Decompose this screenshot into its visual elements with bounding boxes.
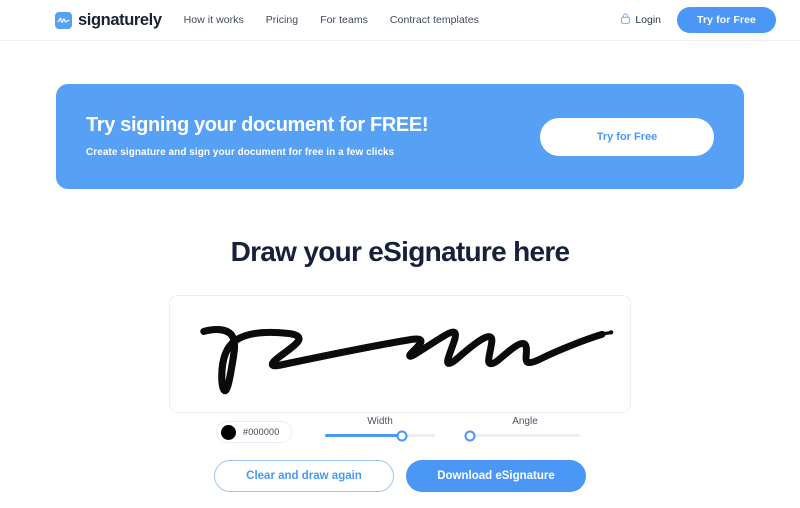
- brand-logo[interactable]: signaturely: [55, 10, 162, 29]
- color-swatch-icon: [221, 424, 236, 440]
- download-esignature-button[interactable]: Download eSignature: [406, 460, 586, 492]
- angle-slider-label: Angle: [512, 416, 538, 427]
- try-for-free-banner-button[interactable]: Try for Free: [540, 117, 714, 156]
- login-button[interactable]: Login: [621, 11, 661, 29]
- page-title: Draw your eSignature here: [230, 236, 571, 267]
- try-for-free-header-button[interactable]: Try for Free: [677, 7, 776, 33]
- nav-item-how-it-works[interactable]: How it works: [184, 14, 244, 26]
- width-slider-label: Width: [367, 416, 393, 427]
- signature-stroke: [200, 325, 614, 395]
- width-slider-fill: [325, 434, 402, 437]
- promo-banner: Try signing your document for FREE! Crea…: [56, 84, 744, 189]
- width-slider-track[interactable]: [325, 430, 435, 441]
- primary-nav: How it works Pricing For teams Contract …: [184, 14, 479, 26]
- width-slider: Width: [325, 416, 435, 441]
- signature-logo-icon: [55, 11, 72, 29]
- brand-name: signaturely: [78, 10, 162, 29]
- color-value-label: #000000: [243, 427, 280, 437]
- angle-slider-thumb[interactable]: [464, 430, 476, 441]
- header-actions: Login Try for Free: [621, 7, 776, 33]
- signature-controls: #000000 Width Angle: [169, 417, 631, 447]
- signature-actions: Clear and draw again Download eSignature: [0, 460, 800, 492]
- angle-slider-track[interactable]: [464, 430, 580, 441]
- site-header: signaturely How it works Pricing For tea…: [0, 0, 800, 41]
- lock-icon: [621, 11, 631, 29]
- signature-canvas[interactable]: [169, 295, 631, 413]
- promo-banner-subtitle: Create signature and sign your document …: [86, 147, 395, 158]
- angle-slider: Angle: [464, 416, 580, 441]
- width-slider-thumb[interactable]: [396, 430, 408, 441]
- nav-item-contract-templates[interactable]: Contract templates: [390, 14, 479, 26]
- nav-item-for-teams[interactable]: For teams: [320, 14, 368, 26]
- color-picker[interactable]: #000000: [216, 421, 293, 443]
- clear-and-draw-again-button[interactable]: Clear and draw again: [214, 460, 394, 492]
- nav-item-pricing[interactable]: Pricing: [266, 14, 298, 26]
- promo-banner-title: Try signing your document for FREE!: [86, 114, 429, 136]
- promo-banner-text: Try signing your document for FREE! Crea…: [86, 114, 540, 159]
- login-label: Login: [635, 14, 662, 26]
